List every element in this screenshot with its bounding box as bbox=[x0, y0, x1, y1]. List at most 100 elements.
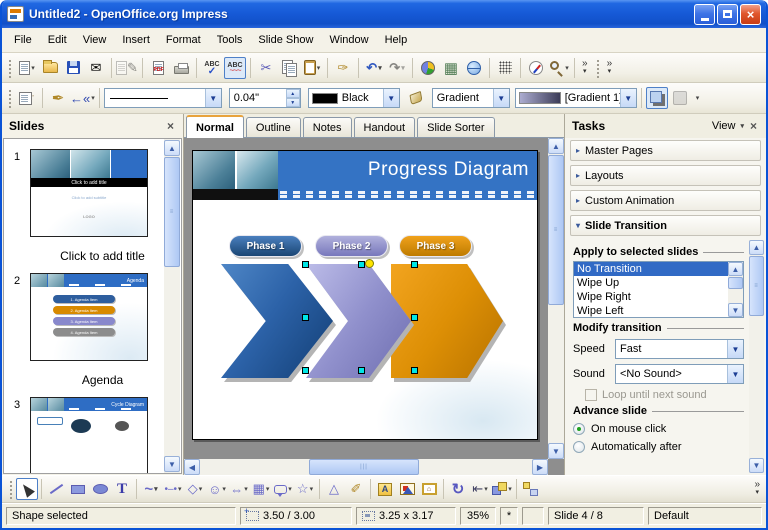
menu-slide-show[interactable]: Slide Show bbox=[250, 31, 321, 49]
alignment-icon[interactable]: ⇤▾ bbox=[469, 478, 491, 500]
speed-value[interactable]: Fast bbox=[616, 343, 727, 355]
slide-title-banner[interactable]: Progress Diagram bbox=[278, 151, 537, 189]
titlebar[interactable]: Untitled2 - OpenOffice.org Impress × bbox=[2, 0, 766, 28]
slide-canvas[interactable]: Progress Diagram Phase 1 Phase 2 Phase 3 bbox=[184, 138, 564, 475]
tasks-scroll-down-button[interactable]: ▼ bbox=[749, 458, 764, 473]
canvas-vertical-scrollbar[interactable]: ▲ ≡ ▼ bbox=[548, 138, 564, 459]
phase-3-shape[interactable]: Phase 3 bbox=[399, 235, 472, 257]
slide-2-row[interactable]: 2 Agenda 1. Agenda Item 2. Agenda Item 3… bbox=[4, 273, 181, 361]
selection-handle[interactable] bbox=[411, 367, 418, 374]
undo-icon[interactable]: ↶▾ bbox=[363, 57, 385, 79]
toolbar-grip[interactable] bbox=[7, 58, 12, 78]
canvas-hscroll-thumb[interactable]: ||| bbox=[309, 459, 419, 475]
section-layouts[interactable]: ▸ Layouts bbox=[570, 165, 761, 186]
hyperlink-icon[interactable] bbox=[463, 57, 485, 79]
loop-sound-checkbox[interactable] bbox=[585, 389, 597, 401]
phase-1-shape[interactable]: Phase 1 bbox=[229, 235, 302, 257]
block-arrows-icon[interactable]: ⇔▾ bbox=[228, 478, 250, 500]
insert-table-icon[interactable]: ▦ bbox=[440, 57, 462, 79]
tasks-scroll-thumb[interactable]: ≡ bbox=[749, 256, 764, 316]
line-color-value[interactable]: Black bbox=[338, 92, 383, 104]
canvas-horizontal-scrollbar[interactable]: ◀ ||| ▶ bbox=[184, 459, 548, 475]
line-color-select[interactable]: Black ▼ bbox=[308, 88, 400, 108]
sound-select[interactable]: <No Sound> ▼ bbox=[615, 364, 744, 384]
auto-spellcheck-icon[interactable]: ABC~~~ bbox=[224, 57, 246, 79]
slide-3-thumbnail[interactable]: Cycle Diagram bbox=[30, 397, 148, 474]
selection-handle[interactable] bbox=[358, 261, 365, 268]
toolbar-overflow-button[interactable]: »▾ bbox=[579, 60, 591, 76]
canvas-scroll-left-button[interactable]: ◀ bbox=[184, 459, 200, 475]
slide-page[interactable]: Progress Diagram Phase 1 Phase 2 Phase 3 bbox=[192, 150, 538, 440]
select-tool-icon[interactable] bbox=[16, 478, 38, 500]
transition-scroll-up-button[interactable]: ▲ bbox=[728, 262, 743, 276]
pen-icon[interactable]: ✒ bbox=[47, 87, 69, 109]
selection-handle[interactable] bbox=[411, 261, 418, 268]
display-grid-icon[interactable] bbox=[494, 57, 516, 79]
line-style-dropdown-arrow[interactable]: ▼ bbox=[205, 89, 221, 107]
fontwork-icon[interactable]: A bbox=[374, 478, 396, 500]
style-cell[interactable]: Default bbox=[648, 507, 762, 525]
connector-tool-icon[interactable]: •–•▾ bbox=[162, 478, 184, 500]
transition-listbox[interactable]: No Transition Wipe Up Wipe Right Wipe Le… bbox=[573, 261, 744, 318]
slide-3-row[interactable]: 3 Cycle Diagram bbox=[4, 397, 181, 474]
tasks-scroll-up-button[interactable]: ▲ bbox=[749, 240, 764, 255]
crop-icon[interactable] bbox=[669, 87, 691, 109]
transition-option-selected[interactable]: No Transition bbox=[574, 262, 743, 276]
canvas-scroll-right-button[interactable]: ▶ bbox=[532, 459, 548, 475]
selection-handle[interactable] bbox=[411, 314, 418, 321]
menu-edit[interactable]: Edit bbox=[40, 31, 75, 49]
toolbar2-overflow-arrow[interactable]: ▾ bbox=[696, 94, 700, 102]
edit-points-icon[interactable]: △ bbox=[323, 478, 345, 500]
navigator-icon[interactable] bbox=[525, 57, 547, 79]
tasks-panel-close-icon[interactable]: × bbox=[748, 119, 759, 133]
tab-outline[interactable]: Outline bbox=[246, 117, 301, 137]
tasks-view-dropdown-arrow[interactable]: ▾ bbox=[740, 122, 744, 130]
menu-format[interactable]: Format bbox=[158, 31, 209, 49]
drawbar-grip[interactable] bbox=[8, 479, 13, 499]
text-tool-icon[interactable]: T bbox=[111, 478, 133, 500]
spellcheck-icon[interactable]: ABC✓ bbox=[201, 57, 223, 79]
menu-file[interactable]: File bbox=[6, 31, 40, 49]
sound-dropdown-arrow[interactable]: ▼ bbox=[727, 365, 743, 383]
stars-icon[interactable]: ☆▾ bbox=[294, 478, 316, 500]
gallery-icon[interactable]: ⌂ bbox=[418, 478, 440, 500]
basic-shapes-icon[interactable]: ◇▾ bbox=[184, 478, 206, 500]
slide-1-row[interactable]: 1 Click to add title Click to add subtit… bbox=[4, 149, 181, 237]
arrow-style-icon[interactable]: ←«▾ bbox=[70, 87, 95, 109]
toolbar-grip-3[interactable] bbox=[7, 88, 12, 108]
slides-scroll-thumb[interactable]: ≡ bbox=[164, 157, 180, 267]
from-file-icon[interactable] bbox=[396, 478, 418, 500]
tab-handout[interactable]: Handout bbox=[354, 117, 416, 137]
selection-handle[interactable] bbox=[302, 314, 309, 321]
slides-panel-close-icon[interactable]: × bbox=[165, 119, 176, 133]
print-icon[interactable] bbox=[170, 57, 192, 79]
extrusion-icon[interactable] bbox=[520, 478, 542, 500]
copy-icon[interactable] bbox=[278, 57, 300, 79]
symbol-shapes-icon[interactable]: ☺▾ bbox=[206, 478, 228, 500]
fill-gradient-select[interactable]: [Gradient 1] ▼ bbox=[515, 88, 637, 108]
canvas-scroll-down-button[interactable]: ▼ bbox=[548, 443, 564, 459]
slides-scroll-down-button[interactable]: ▼ bbox=[164, 456, 180, 472]
tasks-view-menu[interactable]: View bbox=[712, 120, 736, 132]
slide-2-thumbnail[interactable]: Agenda 1. Agenda Item 2. Agenda Item 3. … bbox=[30, 273, 148, 361]
speed-select[interactable]: Fast ▼ bbox=[615, 339, 744, 359]
selection-handle[interactable] bbox=[358, 367, 365, 374]
presentation-toolbar-overflow-button[interactable]: »▾ bbox=[604, 60, 616, 76]
tab-notes[interactable]: Notes bbox=[303, 117, 352, 137]
glue-points-icon[interactable]: ✐ bbox=[345, 478, 367, 500]
save-icon[interactable] bbox=[62, 57, 84, 79]
email-icon[interactable]: ✉ bbox=[85, 57, 107, 79]
maximize-button[interactable] bbox=[717, 4, 738, 25]
shadow-toggle-icon[interactable] bbox=[646, 87, 668, 109]
curve-tool-icon[interactable]: ~▾ bbox=[140, 478, 162, 500]
transition-option[interactable]: Wipe Up bbox=[574, 276, 743, 290]
format-paintbrush-icon[interactable]: ✑ bbox=[332, 57, 354, 79]
on-mouse-click-radio[interactable] bbox=[573, 423, 585, 435]
tab-normal[interactable]: Normal bbox=[186, 115, 244, 138]
zoom-cell[interactable]: 35% bbox=[460, 507, 496, 525]
tasks-scrollbar[interactable]: ▲ ≡ ▼ bbox=[749, 240, 764, 473]
fill-bucket-icon[interactable] bbox=[405, 87, 427, 109]
section-custom-animation[interactable]: ▸ Custom Animation bbox=[570, 190, 761, 211]
fill-gradient-dropdown-arrow[interactable]: ▼ bbox=[620, 89, 636, 107]
transition-list-scrollbar[interactable]: ▲ ▼ bbox=[728, 262, 743, 317]
